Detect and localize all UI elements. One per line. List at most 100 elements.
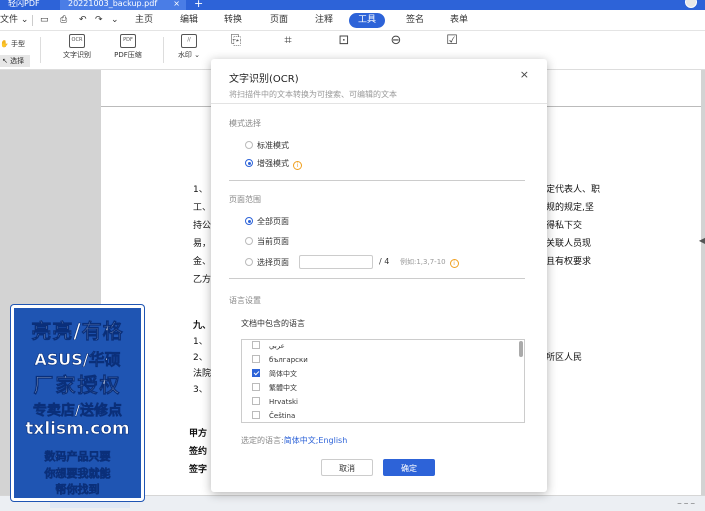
title-bar: 轻闪PDF 20221003_backup.pdf × + <box>0 0 705 10</box>
checkbox[interactable] <box>252 383 260 391</box>
language-section-label: 语言设置 <box>229 295 261 306</box>
hand-tool-label: 手型 <box>11 40 25 48</box>
doc-text-line: 关联人员现 <box>546 236 591 249</box>
tab-app[interactable]: 轻闪PDF <box>8 0 40 10</box>
status-controls: ‒ ‒ ‒ <box>677 499 695 507</box>
crop-button[interactable]: ⌗ <box>278 34 298 50</box>
radio-standard-mode[interactable]: 标准模式 <box>245 140 289 151</box>
avatar[interactable] <box>685 0 697 8</box>
checkbox[interactable] <box>252 411 260 419</box>
language-name: 繁體中文 <box>269 384 297 392</box>
radio-label: 当前页面 <box>257 237 289 246</box>
open-icon[interactable]: ▭ <box>40 10 49 31</box>
language-list[interactable]: عربي български 简体中文 繁體中文 Hrvatski Češtin… <box>241 339 525 423</box>
tab-close-icon[interactable]: × <box>173 0 180 10</box>
new-tab-button[interactable]: + <box>194 0 203 10</box>
radio-current-page[interactable]: 当前页面 <box>245 236 289 247</box>
radio-dot-selected <box>245 159 253 167</box>
promo-line: 亮亮/有格 <box>14 315 141 344</box>
doc-text-line: 所区人民 <box>546 350 582 363</box>
watermark-button[interactable]: // 水印 ⌄ <box>174 34 204 60</box>
tab-home[interactable]: 主页 <box>135 10 153 31</box>
language-item[interactable]: Hrvatski <box>252 396 298 408</box>
tab-page[interactable]: 页面 <box>270 10 288 31</box>
redo-icon[interactable]: ↷ <box>95 10 103 31</box>
tab-tools[interactable]: 工具 <box>349 13 385 28</box>
radio-all-pages[interactable]: 全部页面 <box>245 216 289 227</box>
radio-select-pages[interactable]: 选择页面 <box>245 257 289 268</box>
list-scrollbar[interactable] <box>519 341 523 357</box>
watermark-label: 水印 <box>178 51 192 59</box>
checkbox[interactable] <box>252 355 260 363</box>
doc-text-line: 3、 <box>193 382 208 395</box>
info-icon[interactable]: i <box>450 259 459 268</box>
page-range-example: 例如:1,3,7-10 i <box>400 257 459 268</box>
tab-form[interactable]: 表单 <box>450 10 468 31</box>
scroll-left-icon[interactable]: ◀ <box>699 236 705 245</box>
language-name: عربي <box>269 342 285 350</box>
close-icon[interactable]: × <box>520 68 529 81</box>
menu-bar: 文件 ⌄ ▭ ⎙ ↶ ↷ ⌄ 主页 编辑 转换 页面 注释 工具 签名 表单 <box>0 10 705 31</box>
page-range-example-text: 例如:1,3,7-10 <box>400 258 446 266</box>
doc-text-line: 法院 <box>193 366 211 379</box>
language-item[interactable]: Čeština <box>252 410 295 422</box>
status-indicator <box>50 500 130 508</box>
doc-text-line: 1、 <box>193 334 208 347</box>
language-item[interactable]: 简体中文 <box>252 368 297 380</box>
doc-section-heading: 九、 <box>193 318 211 331</box>
mode-section-label: 模式选择 <box>229 118 261 129</box>
pdf-compress-button[interactable]: PDF PDF压缩 <box>111 34 145 60</box>
dialog-subtitle: 将扫描件中的文本转换为可搜索、可编辑的文本 <box>229 89 397 100</box>
info-icon[interactable]: i <box>293 161 302 170</box>
selected-languages-value: 简体中文;English <box>284 436 348 445</box>
tab-document-label: 20221003_backup.pdf <box>68 0 157 8</box>
doc-settings-icon: ⎘ <box>228 34 244 48</box>
tab-document[interactable]: 20221003_backup.pdf × <box>60 0 186 10</box>
undo-icon[interactable]: ↶ <box>79 10 87 31</box>
tab-convert[interactable]: 转换 <box>224 10 242 31</box>
remove-button[interactable]: ⊖ <box>386 34 406 50</box>
doc-text-line: 持公 <box>193 218 211 231</box>
page-range-input[interactable] <box>299 255 373 269</box>
doc-text-line: 得私下交 <box>546 218 582 231</box>
doc-text-line: 1、 <box>193 182 208 195</box>
radio-enhanced-mode[interactable]: 增强模式 i <box>245 158 302 170</box>
promo-line: 专卖店/送修点 <box>14 400 141 420</box>
select-tool[interactable]: ↖ 选择 <box>0 55 30 67</box>
hand-tool[interactable]: ✋ 手型 <box>0 39 25 49</box>
menu-divider <box>32 15 33 26</box>
language-name: български <box>269 356 308 364</box>
language-list-label: 文档中包含的语言 <box>241 318 305 329</box>
language-item[interactable]: 繁體中文 <box>252 382 297 394</box>
print-icon[interactable]: ⎙ <box>60 10 67 31</box>
tab-annotate[interactable]: 注释 <box>315 10 333 31</box>
language-item[interactable]: български <box>252 354 308 366</box>
ocr-button[interactable]: OCR 文字识别 <box>61 34 93 60</box>
checkbox-checked[interactable] <box>252 369 260 377</box>
doc-signature-line: 签字 <box>189 462 207 475</box>
confirm-button[interactable]: 确定 <box>383 459 435 476</box>
language-item[interactable]: عربي <box>252 340 285 352</box>
ocr-label: 文字识别 <box>63 51 91 59</box>
select-tool-label: 选择 <box>10 57 24 65</box>
menu-file[interactable]: 文件 ⌄ <box>0 10 28 31</box>
chevron-down-icon: ⌄ <box>21 15 29 25</box>
radio-dot-selected <box>245 217 253 225</box>
tab-edit[interactable]: 编辑 <box>180 10 198 31</box>
checkbox[interactable] <box>252 397 260 405</box>
checkbox[interactable] <box>252 341 260 349</box>
checklist-icon: ☑ <box>444 34 460 48</box>
radio-dot <box>245 141 253 149</box>
tab-sign[interactable]: 签名 <box>406 10 424 31</box>
language-name: Hrvatski <box>269 398 298 406</box>
doc-text-line: 且有权要求 <box>546 254 591 267</box>
encrypt-button[interactable]: ⊡ <box>334 34 354 50</box>
doc-text-line: 工、 <box>193 200 211 213</box>
radio-label: 选择页面 <box>257 258 289 267</box>
doc-settings-button[interactable]: ⎘ <box>226 34 246 50</box>
dropdown-chevron-icon[interactable]: ⌄ <box>111 10 119 31</box>
compare-button[interactable]: ☑ <box>442 34 462 50</box>
cancel-button[interactable]: 取消 <box>321 459 373 476</box>
radio-label: 增强模式 <box>257 159 289 168</box>
promo-line: txlism.com <box>14 419 141 439</box>
